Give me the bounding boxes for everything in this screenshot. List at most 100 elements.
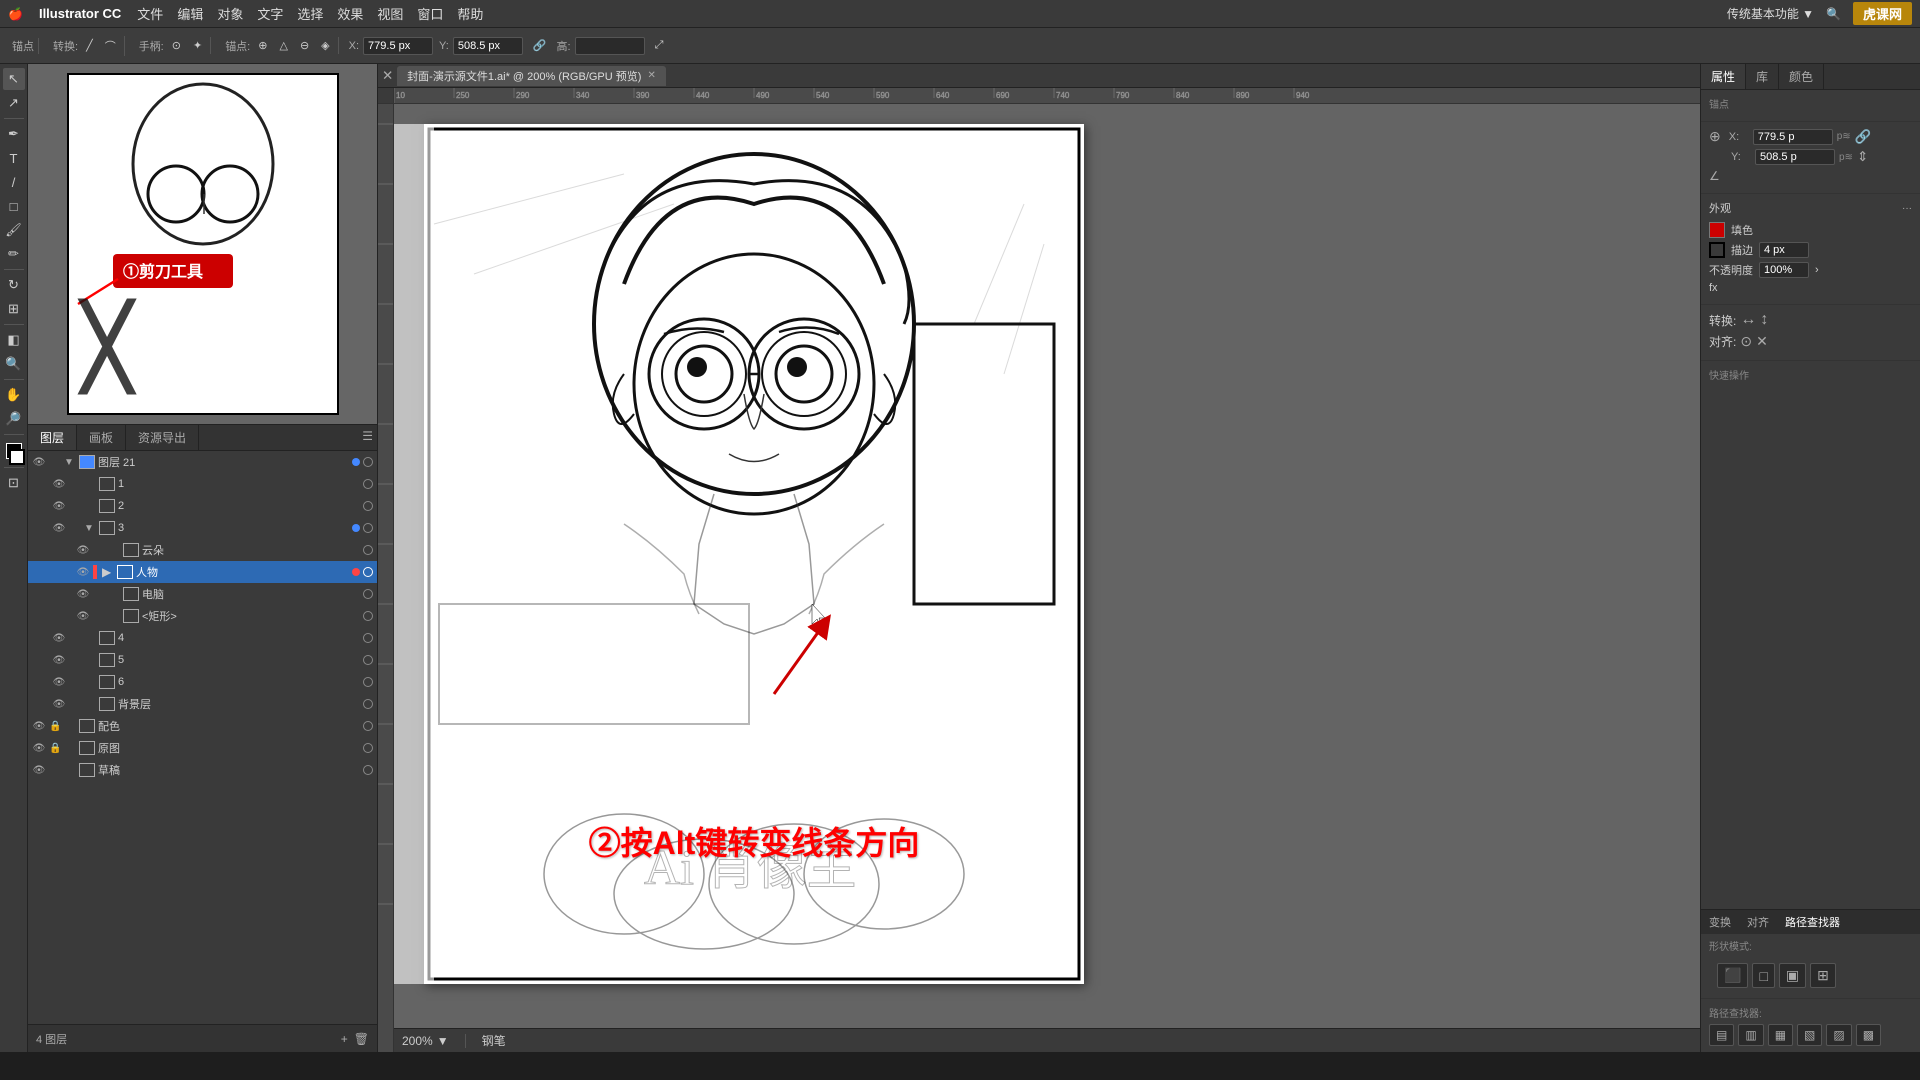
right-tab-color[interactable]: 颜色 xyxy=(1779,64,1824,89)
h-input[interactable] xyxy=(575,37,645,55)
panel-tab-assets[interactable]: 资源导出 xyxy=(126,425,199,450)
list-item[interactable]: 👁 2 xyxy=(28,495,377,517)
anchor2-btn-1[interactable]: ⊕ xyxy=(254,37,271,54)
link-btn[interactable]: 🔗 xyxy=(529,37,551,54)
eye-icon[interactable]: 👁 xyxy=(52,631,66,645)
delete-layer-btn[interactable]: 🗑 xyxy=(354,1032,369,1046)
pf-btn-4[interactable]: ▧ xyxy=(1797,1024,1822,1046)
handle-btn-1[interactable]: ⊙ xyxy=(168,37,185,54)
convert-btn-1[interactable]: ╱ xyxy=(82,37,97,54)
eye-icon[interactable]: 👁 xyxy=(52,477,66,491)
layer-visibility-circle[interactable] xyxy=(363,611,373,621)
eye-icon[interactable]: 👁 xyxy=(52,521,66,535)
layer-visibility-circle[interactable] xyxy=(363,523,373,533)
line-tool[interactable]: / xyxy=(3,171,25,193)
rect-tool[interactable]: □ xyxy=(3,195,25,217)
menu-view[interactable]: 视图 xyxy=(377,4,403,23)
appearance-more-btn[interactable]: ··· xyxy=(1902,203,1912,214)
pf-btn-6[interactable]: ▩ xyxy=(1856,1024,1881,1046)
paintbrush-tool[interactable]: 🖌 xyxy=(3,219,25,241)
anchor2-btn-2[interactable]: △ xyxy=(275,37,291,54)
opacity-input[interactable] xyxy=(1759,262,1809,278)
list-item[interactable]: 👁 草稿 xyxy=(28,759,377,781)
rotate-tool[interactable]: ↻ xyxy=(3,274,25,296)
stroke-swatch[interactable] xyxy=(1709,242,1725,258)
convert-btn-2[interactable]: ⌒ xyxy=(101,36,120,56)
eye-icon[interactable]: 👁 xyxy=(32,741,46,755)
list-item[interactable]: 👁 5 xyxy=(28,649,377,671)
expand-icon[interactable]: ▼ xyxy=(64,457,76,468)
layer-visibility-circle[interactable] xyxy=(363,699,373,709)
gradient-tool[interactable]: ◧ xyxy=(3,329,25,351)
eye-icon[interactable]: 👁 xyxy=(32,719,46,733)
menu-file[interactable]: 文件 xyxy=(137,4,163,23)
pf-btn-2[interactable]: ▥ xyxy=(1738,1024,1763,1046)
layer-visibility-circle[interactable] xyxy=(363,501,373,511)
list-item[interactable]: 👁 4 xyxy=(28,627,377,649)
apple-icon[interactable]: 🍎 xyxy=(8,7,23,21)
list-item[interactable]: 👁 ▶ 人物 xyxy=(28,561,377,583)
expand-icon[interactable]: ▼ xyxy=(84,523,96,534)
canvas-tab[interactable]: 封面-演示源文件1.ai* @ 200% (RGB/GPU 预览) ✕ xyxy=(397,66,666,86)
anchor2-btn-4[interactable]: ◈ xyxy=(317,37,333,54)
eye-icon[interactable]: 👁 xyxy=(52,675,66,689)
list-item[interactable]: 👁 背景层 xyxy=(28,693,377,715)
eyedropper-tool[interactable]: 🔍 xyxy=(3,353,25,375)
eye-icon[interactable]: 👁 xyxy=(52,653,66,667)
menu-effect[interactable]: 效果 xyxy=(337,4,363,23)
pf-btn-3[interactable]: ▦ xyxy=(1768,1024,1793,1046)
eye-icon[interactable]: 👁 xyxy=(52,499,66,513)
y-field[interactable] xyxy=(1755,149,1835,165)
x-field[interactable] xyxy=(1753,129,1833,145)
shape-intersect-btn[interactable]: ▣ xyxy=(1779,963,1806,988)
list-item[interactable]: 👁 🔒 原图 xyxy=(28,737,377,759)
shape-exclude-btn[interactable]: ⊞ xyxy=(1810,963,1836,988)
lock-icon[interactable]: 🔒 xyxy=(49,721,61,732)
eye-icon[interactable]: 👁 xyxy=(32,455,46,469)
panel-menu-btn[interactable]: ☰ xyxy=(358,425,377,450)
eye-icon[interactable]: 👁 xyxy=(76,543,90,557)
layer-visibility-circle[interactable] xyxy=(363,457,373,467)
transform-btn[interactable]: ⤢ xyxy=(651,37,668,54)
right-tab-properties[interactable]: 属性 xyxy=(1701,64,1746,89)
zoom-dropdown-icon[interactable]: ▼ xyxy=(437,1034,449,1048)
layer-visibility-circle[interactable] xyxy=(363,479,373,489)
pencil-tool[interactable]: ✏ xyxy=(3,243,25,265)
list-item[interactable]: 👁 电脑 xyxy=(28,583,377,605)
type-tool[interactable]: T xyxy=(3,147,25,169)
layer-visibility-circle[interactable] xyxy=(363,765,373,775)
menu-text[interactable]: 文字 xyxy=(257,4,283,23)
layer-visibility-circle[interactable] xyxy=(363,589,373,599)
bottom-tab-transform[interactable]: 变换 xyxy=(1701,910,1739,934)
direct-select-tool[interactable]: ↗ xyxy=(3,92,25,114)
menu-edit[interactable]: 编辑 xyxy=(177,4,203,23)
anchor-reset-btn[interactable]: ✕ xyxy=(1756,333,1768,350)
layer-visibility-circle[interactable] xyxy=(363,633,373,643)
eye-icon[interactable]: 👁 xyxy=(76,565,90,579)
pf-btn-1[interactable]: ▤ xyxy=(1709,1024,1734,1046)
menu-object[interactable]: 对象 xyxy=(217,4,243,23)
bottom-tab-align[interactable]: 对齐 xyxy=(1739,910,1777,934)
y-expand-btn[interactable]: ⇕ xyxy=(1857,149,1868,165)
pf-btn-5[interactable]: ▨ xyxy=(1826,1024,1851,1046)
stroke-color[interactable] xyxy=(9,449,25,465)
menu-help[interactable]: 帮助 xyxy=(457,4,483,23)
handle-btn-2[interactable]: ✦ xyxy=(189,37,206,54)
stroke-width-input[interactable] xyxy=(1759,242,1809,258)
menu-select[interactable]: 选择 xyxy=(297,4,323,23)
scale-tool[interactable]: ⊞ xyxy=(3,298,25,320)
right-tab-library[interactable]: 库 xyxy=(1746,64,1779,89)
hand-tool[interactable]: ✋ xyxy=(3,384,25,406)
list-item[interactable]: 👁 1 xyxy=(28,473,377,495)
layer-visibility-circle[interactable] xyxy=(363,545,373,555)
close-tab-btn[interactable]: ✕ xyxy=(382,68,393,84)
list-item[interactable]: 👁 ▼ 3 xyxy=(28,517,377,539)
y-input[interactable] xyxy=(453,37,523,55)
artboard-tool[interactable]: ⊡ xyxy=(3,472,25,494)
layer-visibility-circle[interactable] xyxy=(363,743,373,753)
layer-visibility-circle[interactable] xyxy=(363,677,373,687)
select-tool[interactable]: ↖ xyxy=(3,68,25,90)
lock-icon[interactable]: 🔒 xyxy=(49,743,61,754)
panel-tab-layers[interactable]: 图层 xyxy=(28,425,77,450)
list-item[interactable]: 👁 云朵 xyxy=(28,539,377,561)
